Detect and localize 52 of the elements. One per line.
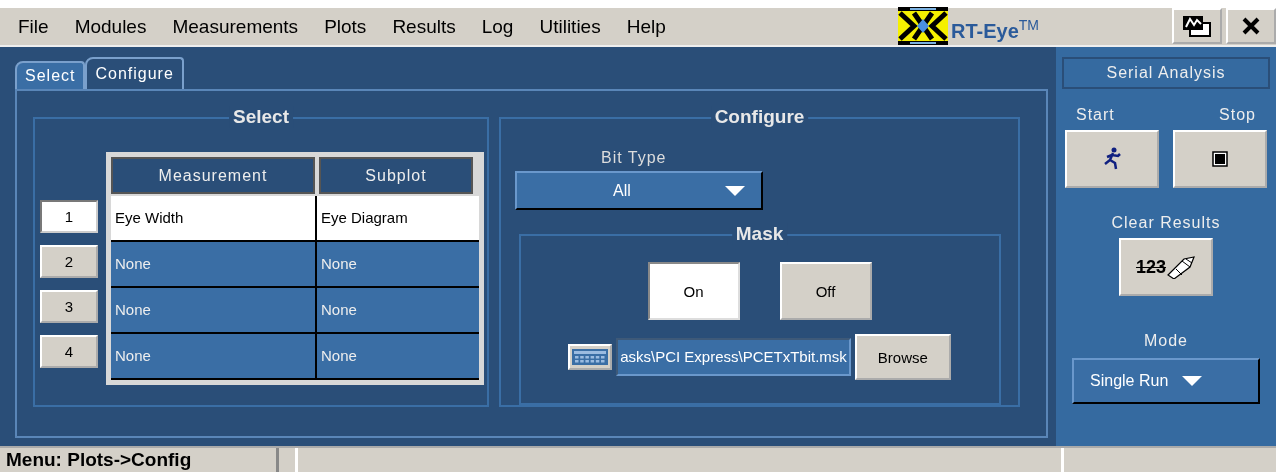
panel-title: Serial Analysis xyxy=(1062,57,1270,89)
row-number-button[interactable]: 4 xyxy=(40,335,98,368)
keyboard-icon[interactable] xyxy=(568,344,613,371)
menu-item[interactable]: Help xyxy=(626,15,666,38)
button-label: Clear Results xyxy=(1111,214,1221,232)
menu-item[interactable]: File xyxy=(18,15,49,38)
mode-dropdown[interactable]: Single Run xyxy=(1072,358,1260,404)
row-number-button[interactable]: 3 xyxy=(40,290,98,323)
table-cell[interactable]: None xyxy=(317,288,479,332)
row-number-button[interactable]: 2 xyxy=(40,245,98,278)
stop-button[interactable] xyxy=(1173,130,1267,188)
bit-type-dropdown[interactable]: All xyxy=(515,171,763,211)
start-button[interactable] xyxy=(1065,130,1159,188)
clear-results-button[interactable]: 123 xyxy=(1119,238,1213,296)
menu-item[interactable]: Modules xyxy=(74,15,147,38)
table-cell[interactable]: None xyxy=(317,242,479,286)
waveform-view-button[interactable] xyxy=(1172,8,1222,44)
close-button[interactable] xyxy=(1226,8,1276,44)
caret-icon xyxy=(1182,376,1203,386)
button-label: Stop xyxy=(1219,106,1256,124)
app-title: RT-Eye$^{TM}$ xyxy=(951,17,1040,44)
menu-item[interactable]: Results xyxy=(392,15,456,38)
table-cell[interactable]: None xyxy=(111,288,315,332)
menu-item[interactable]: Utilities xyxy=(539,15,601,38)
browse-button[interactable]: Browse xyxy=(854,334,951,381)
table-cell[interactable]: None xyxy=(111,334,315,378)
running-person-icon xyxy=(1102,147,1122,171)
close-icon xyxy=(1242,17,1260,35)
menu-item[interactable]: Plots xyxy=(324,15,367,38)
eye-logo-icon xyxy=(898,7,948,45)
column-header: Measurement xyxy=(111,157,315,194)
button-label: Start xyxy=(1076,106,1115,124)
tab[interactable]: Configure xyxy=(85,57,184,89)
menu-item[interactable]: Log xyxy=(481,15,514,38)
column-header: Subplot xyxy=(319,157,473,194)
tab[interactable]: Select xyxy=(15,61,86,89)
row-number-button[interactable]: 1 xyxy=(40,200,98,233)
table-cell[interactable]: Eye Diagram xyxy=(317,196,479,240)
waveform-icon xyxy=(1182,15,1212,37)
table-cell[interactable]: None xyxy=(317,334,479,378)
caret-icon xyxy=(725,185,745,196)
field-label: Bit Type xyxy=(601,149,667,167)
toggle-button[interactable]: On xyxy=(647,262,740,321)
file-path-field[interactable]: asks\PCI Express\PCETxTbit.msk xyxy=(616,338,851,377)
status-text: Menu: Plots->Config xyxy=(0,448,279,472)
menu-item[interactable]: Measurements xyxy=(172,15,299,38)
field-label: Mode xyxy=(1144,332,1188,350)
table-cell[interactable]: None xyxy=(111,242,315,286)
stop-icon xyxy=(1212,151,1228,167)
eraser-icon xyxy=(1166,255,1196,279)
table-cell[interactable]: Eye Width xyxy=(111,196,315,240)
toggle-button[interactable]: Off xyxy=(779,262,872,321)
